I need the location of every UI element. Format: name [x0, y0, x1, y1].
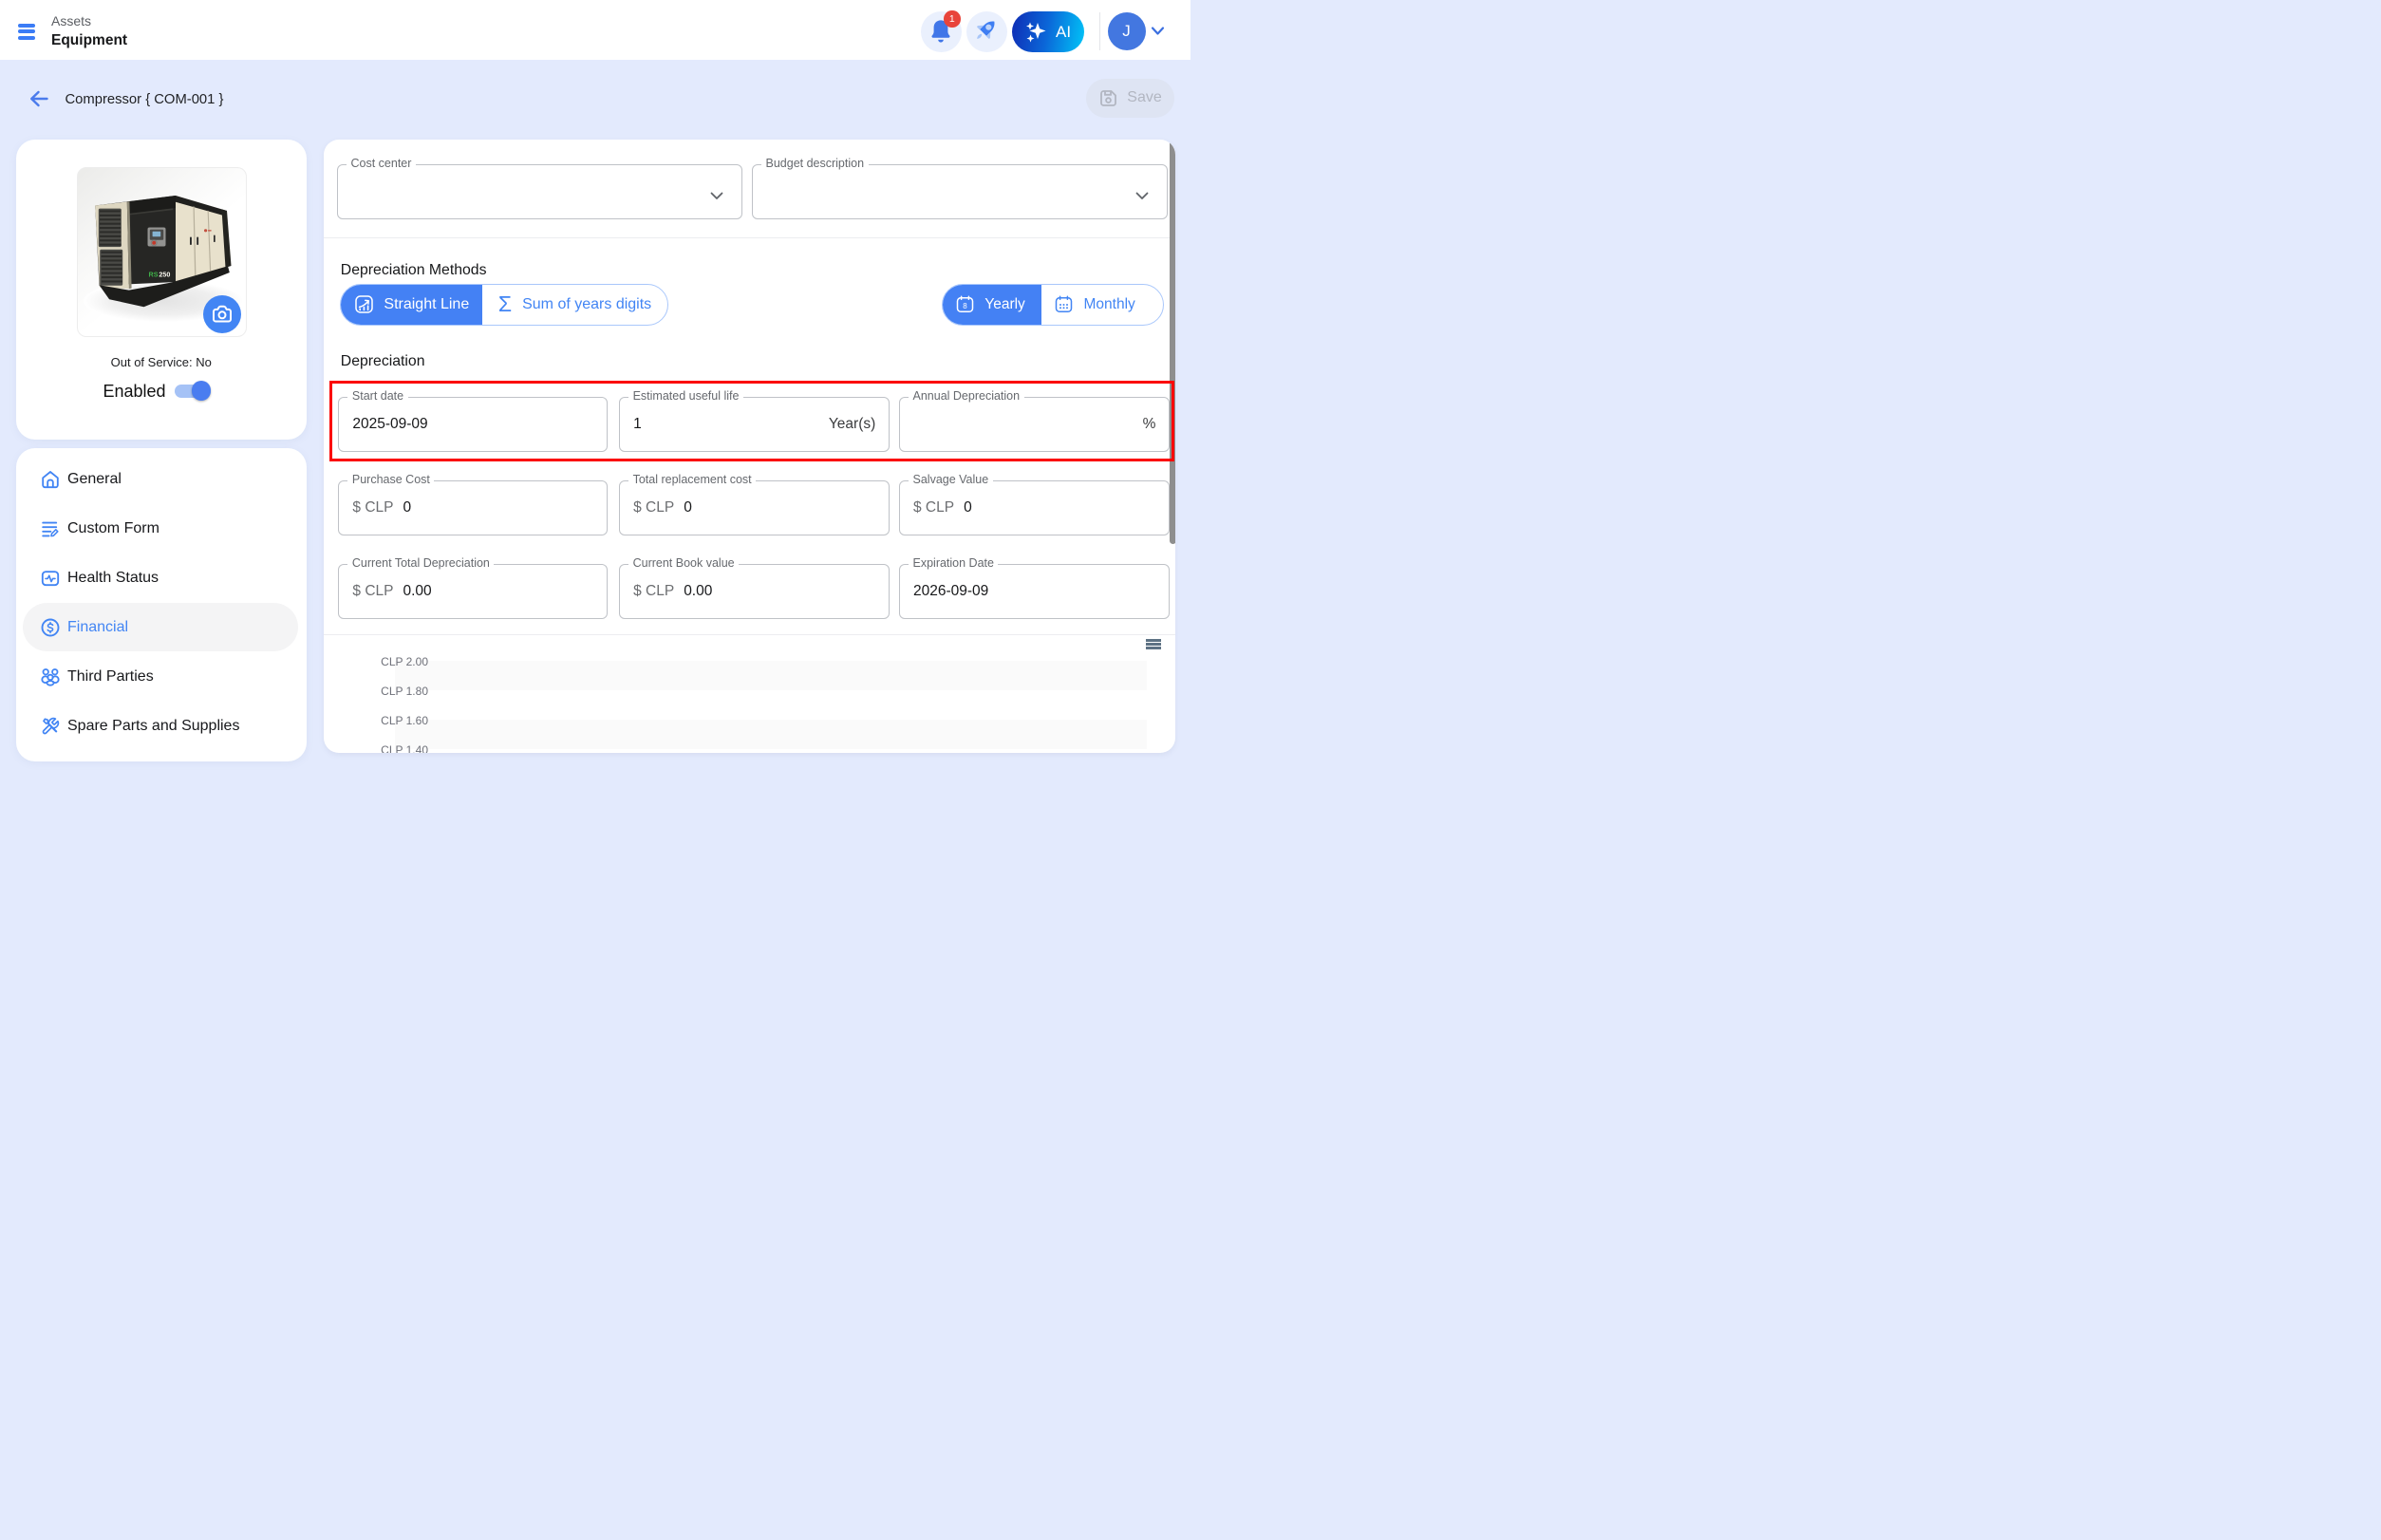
- svg-text:250: 250: [159, 271, 171, 279]
- svg-text:8: 8: [964, 302, 968, 310]
- svg-text:RS: RS: [149, 271, 159, 279]
